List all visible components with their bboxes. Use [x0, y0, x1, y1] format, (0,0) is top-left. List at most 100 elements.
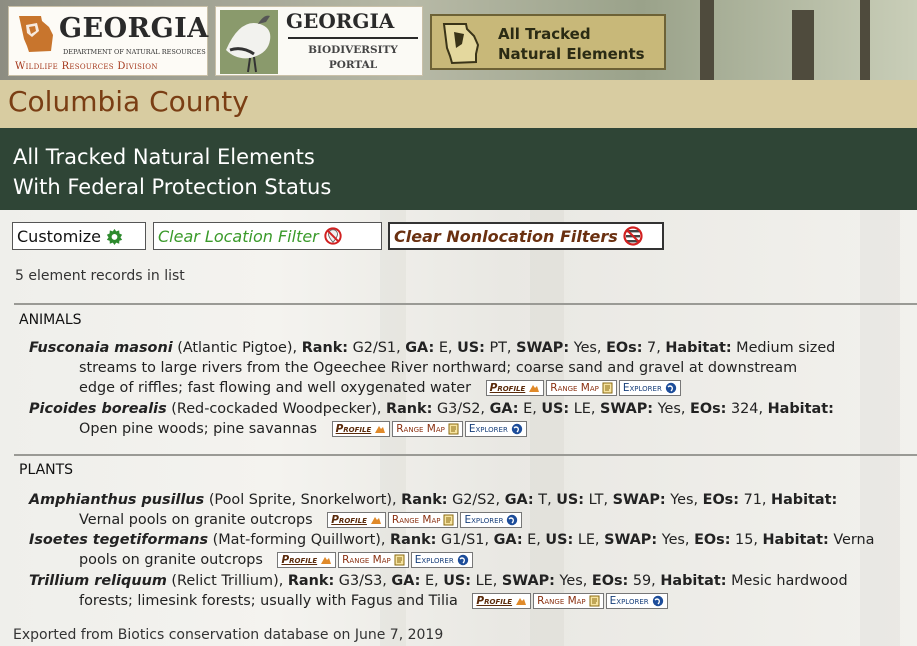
habitat-text: forests; limesink forests; usually with … [79, 593, 458, 609]
habitat-text: Medium sized [736, 340, 836, 356]
common-name: (Relict Trillium), [171, 573, 284, 589]
habitat-text: Vernal pools on granite outcrops [79, 512, 313, 528]
explorer-link[interactable]: Explorer [460, 512, 523, 528]
scientific-name[interactable]: Trillium reliquum [29, 573, 167, 589]
no-filter-icon [623, 226, 643, 246]
profile-link[interactable]: Profile [485, 380, 545, 396]
range-map-label: Range Map [391, 514, 441, 526]
profile-icon [370, 516, 381, 524]
range-map-icon [448, 423, 459, 435]
eos-label: EOs: [694, 532, 731, 548]
list-item: Picoides borealis (Red-cockaded Woodpeck… [29, 399, 917, 439]
eos-label: EOs: [690, 401, 727, 417]
tree-trunk [860, 0, 870, 80]
logo-title: GEORGIA [59, 13, 209, 44]
globe-icon [457, 554, 468, 566]
georgia-state-icon [19, 16, 53, 52]
range-map-link[interactable]: Range Map [546, 380, 617, 396]
gear-icon [106, 228, 123, 245]
common-name: (Red-cockaded Woodpecker), [171, 401, 382, 417]
swap-label: SWAP: [516, 340, 570, 356]
county-title: Columbia County [8, 85, 249, 118]
tracked-elements-logo[interactable]: All Tracked Natural Elements [430, 14, 666, 70]
scientific-name[interactable]: Amphianthus pusillus [29, 492, 204, 508]
tracked-line-2: Natural Elements [498, 45, 645, 63]
rank-label: Rank: [401, 492, 448, 508]
tree-trunk [700, 0, 714, 80]
site-banner: GEORGIA DEPARTMENT OF NATURAL RESOURCES … [0, 0, 917, 80]
tracked-elements-title: All Tracked Natural Elements [498, 24, 645, 64]
explorer-link[interactable]: Explorer [410, 552, 473, 568]
customize-button[interactable]: Customize [12, 222, 146, 250]
georgia-dnr-logo[interactable]: GEORGIA DEPARTMENT OF NATURAL RESOURCES … [8, 6, 208, 76]
scientific-name[interactable]: Fusconaia masoni [29, 340, 173, 356]
range-map-link[interactable]: Range Map [392, 421, 463, 437]
clear-location-label: Clear Location Filter [158, 226, 319, 246]
us-value: PT, [489, 340, 512, 356]
profile-link[interactable]: Profile [277, 552, 337, 568]
globe-icon [652, 595, 663, 607]
clear-location-filter-button[interactable]: Clear Location Filter [153, 222, 382, 250]
habitat-text: Open pine woods; pine savannas [79, 421, 318, 437]
us-label: US: [541, 401, 570, 417]
profile-label: Profile [281, 554, 318, 566]
globe-icon [507, 514, 518, 526]
profile-label: Profile [476, 595, 513, 607]
habitat-text: streams to large rivers from the Ogeeche… [79, 360, 798, 376]
list-item: Trillium reliquum (Relict Trillium), Ran… [29, 571, 917, 611]
ga-value: E, [523, 401, 537, 417]
range-map-label: Range Map [537, 595, 586, 607]
logo-subtitle: DEPARTMENT OF NATURAL RESOURCES [63, 48, 206, 56]
tracked-line-1: All Tracked [498, 25, 591, 43]
swap-value: Yes, [573, 340, 602, 356]
scientific-name[interactable]: Isoetes tegetiformans [29, 532, 208, 548]
range-map-link[interactable]: Range Map [387, 512, 459, 528]
logo-division: Wildlife Resources Division [15, 61, 158, 72]
no-pin-icon [324, 227, 342, 245]
us-value: LE, [573, 401, 596, 417]
ga-label: GA: [489, 401, 519, 417]
portal-title: GEORGIA [286, 9, 395, 33]
profile-link[interactable]: Profile [472, 593, 532, 609]
eos-value: 324, [731, 401, 764, 417]
range-map-link[interactable]: Range Map [533, 593, 604, 609]
explorer-label: Explorer [468, 423, 508, 435]
stork-icon [220, 10, 278, 74]
scientific-name[interactable]: Picoides borealis [29, 401, 167, 417]
habitat-label: Habitat: [665, 340, 732, 356]
list-item: Isoetes tegetiformans (Mat-forming Quill… [29, 530, 917, 570]
swap-value: Yes, [670, 492, 699, 508]
explorer-link[interactable]: Explorer [464, 421, 527, 437]
eos-label: EOs: [702, 492, 739, 508]
range-map-link[interactable]: Range Map [338, 552, 409, 568]
swap-label: SWAP: [604, 532, 658, 548]
explorer-label: Explorer [464, 514, 504, 526]
habitat-label: Habitat: [767, 401, 834, 417]
explorer-link[interactable]: Explorer [618, 380, 681, 396]
swap-value: Yes, [657, 401, 686, 417]
ga-label: GA: [504, 492, 534, 508]
clear-nonlocation-filters-button[interactable]: Clear Nonlocation Filters [388, 222, 664, 250]
range-map-icon [589, 595, 600, 607]
profile-link[interactable]: Profile [327, 512, 386, 528]
swap-label: SWAP: [600, 401, 654, 417]
profile-icon [375, 425, 386, 433]
explorer-label: Explorer [622, 382, 662, 394]
range-map-icon [602, 382, 613, 394]
report-title-line-1: All Tracked Natural Elements [13, 145, 315, 169]
explorer-label: Explorer [609, 595, 649, 607]
ga-value: E, [424, 573, 439, 589]
ga-label: GA: [391, 573, 421, 589]
profile-icon [516, 597, 527, 605]
explorer-link[interactable]: Explorer [605, 593, 668, 609]
us-value: LE, [577, 532, 600, 548]
profile-link[interactable]: Profile [331, 421, 391, 437]
section-divider [14, 454, 917, 456]
biodiversity-portal-logo[interactable]: GEORGIA BIODIVERSITY PORTAL [215, 6, 423, 76]
rank-value: G3/S2, [436, 401, 485, 417]
clear-nonlocation-label: Clear Nonlocation Filters [394, 226, 618, 246]
rank-value: G3/S3, [338, 573, 387, 589]
range-map-icon [443, 514, 454, 526]
report-title: All Tracked Natural Elements With Federa… [13, 142, 331, 202]
ga-label: GA: [405, 340, 435, 356]
